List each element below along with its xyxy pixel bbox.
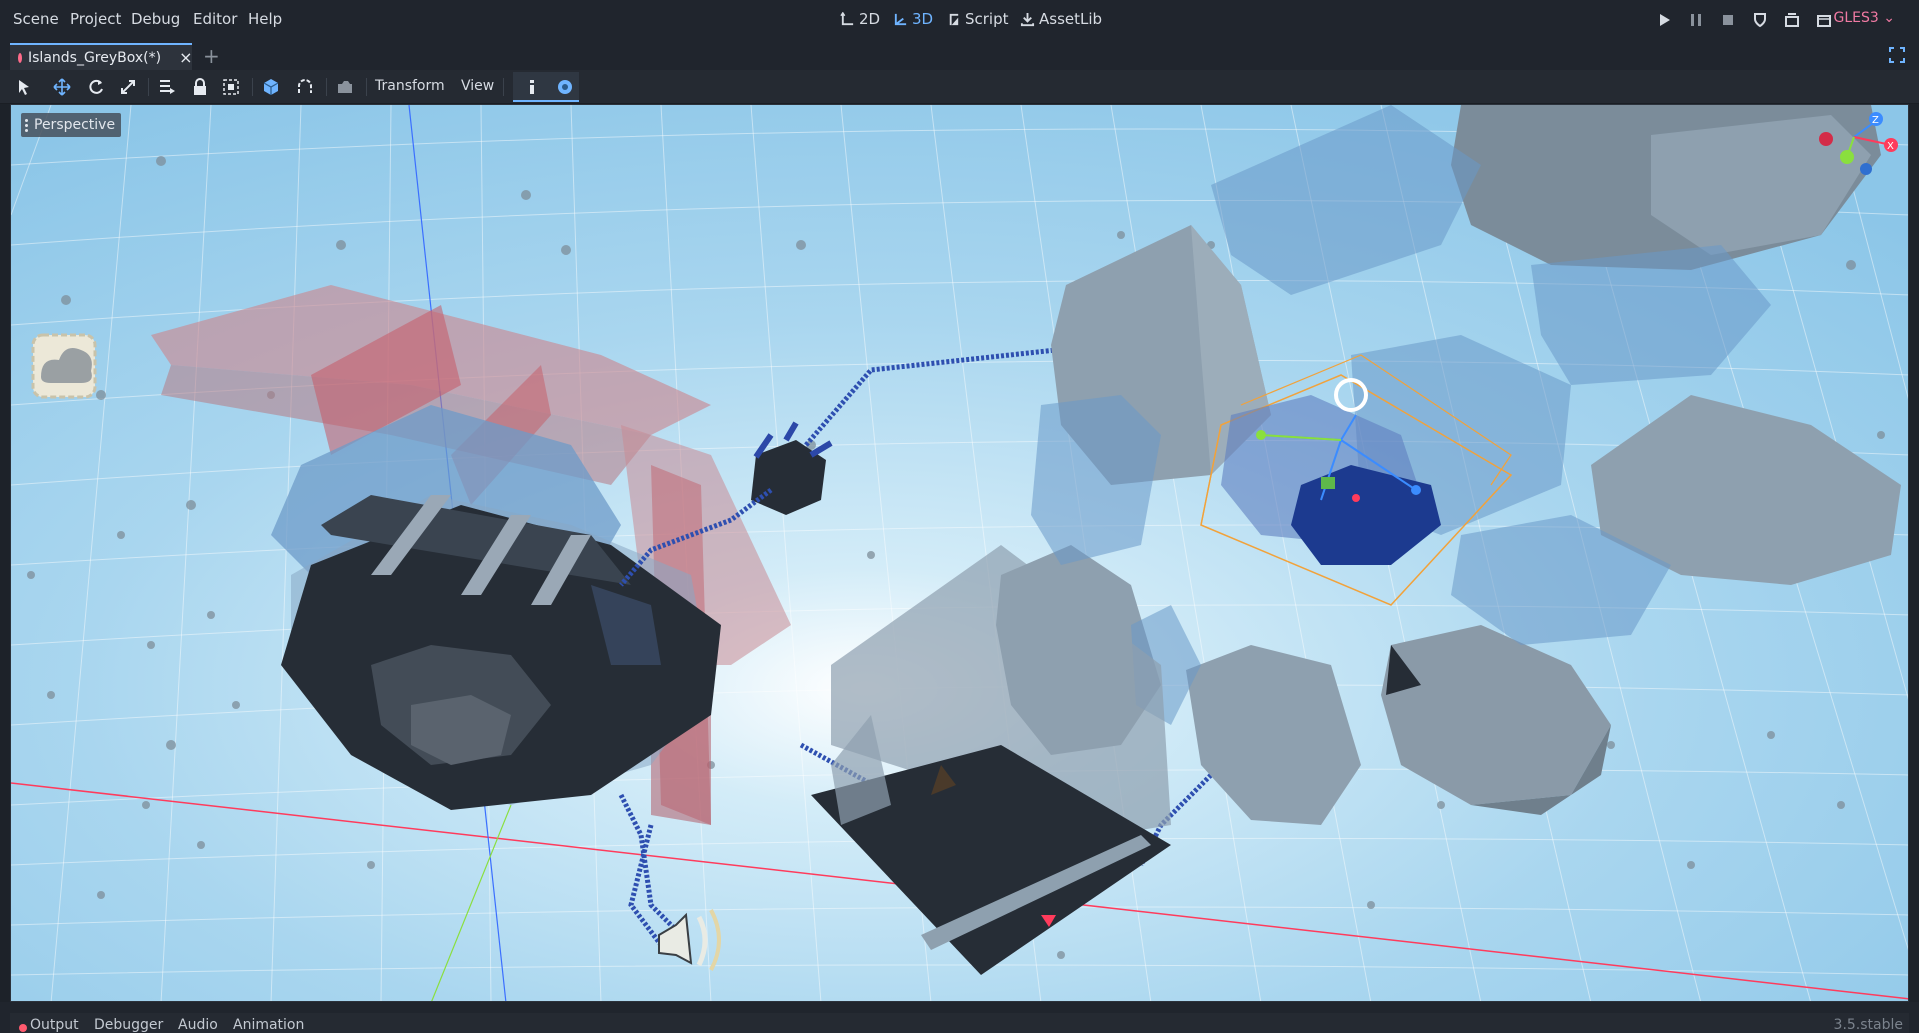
tab-animation[interactable]: Animation [233,1017,304,1033]
rotate-icon[interactable] [87,78,105,96]
fullscreen-icon[interactable] [1889,47,1905,63]
info-icon[interactable] [523,78,541,96]
workspace-assetlib-button[interactable]: AssetLib [1020,10,1102,28]
menu-debug[interactable]: Debug [131,10,180,28]
play-scene-icon[interactable] [1752,12,1768,28]
view-menu[interactable]: View [461,78,494,94]
renderer-dropdown[interactable]: GLES3 ⌄ [1834,10,1895,26]
menu-editor[interactable]: Editor [193,10,237,28]
menu-project[interactable]: Project [70,10,121,28]
camera-icon[interactable] [336,78,354,96]
move-icon[interactable] [53,78,71,96]
assetlib-icon [1020,12,1035,26]
lock-icon[interactable] [191,78,209,96]
script-icon [949,13,959,25]
group-icon[interactable] [222,78,240,96]
workspace-assetlib-label: AssetLib [1039,10,1103,28]
perspective-menu-button[interactable]: Perspective [21,113,122,137]
viewport-toolbar: Transform View [0,70,1919,104]
version-label: 3.5.stable [1833,1017,1903,1033]
world-environment-icon[interactable] [31,333,97,399]
workspace-3d-button[interactable]: 3D [893,10,933,28]
scene-render[interactable]: Z X [11,105,1909,1002]
local-space-icon[interactable] [262,78,280,96]
list-select-icon[interactable] [158,78,176,96]
scene-tab[interactable]: Islands_GreyBox(*) × [10,43,193,70]
menu-scene[interactable]: Scene [13,10,59,28]
gizmo-z-label: Z [1872,115,1879,126]
workspace-2d-button[interactable]: 2D [840,10,880,28]
tab-output[interactable]: Output [30,1017,79,1033]
tab-audio[interactable]: Audio [178,1017,218,1033]
scene-modified-icon [18,52,22,63]
3d-icon [894,13,907,25]
pause-icon[interactable] [1688,12,1704,28]
transform-menu[interactable]: Transform [375,78,445,94]
gizmo-x-label: X [1887,141,1894,152]
output-status-icon [19,1024,27,1032]
close-tab-button[interactable]: × [179,48,192,67]
movie-icon[interactable] [1816,12,1832,28]
tab-debugger[interactable]: Debugger [94,1017,163,1033]
workspace-2d-label: 2D [859,10,881,28]
workspace-script-button[interactable]: Script [946,10,1009,28]
scene-tab-title: Islands_GreyBox(*) [28,49,162,66]
chevron-down-icon: ⌄ [1883,10,1895,26]
snap-icon[interactable] [296,78,314,96]
play-custom-scene-icon[interactable] [1784,12,1800,28]
3d-viewport[interactable]: Z X Perspective [10,104,1909,1002]
add-scene-tab-button[interactable]: + [203,44,220,68]
scene-tab-bar: Islands_GreyBox(*) × + [0,40,1919,70]
bottom-panel-bar: Output Debugger Audio Animation 3.5.stab… [0,1002,1919,1033]
workspace-script-label: Script [965,10,1009,28]
select-icon[interactable] [15,78,33,96]
top-menu-bar: Scene Project Debug Editor Help 2D 3D Sc… [0,0,1919,40]
scale-icon[interactable] [119,78,137,96]
stop-icon[interactable] [1720,12,1736,28]
workspace-3d-label: 3D [912,10,934,28]
perspective-label: Perspective [34,117,116,133]
2d-icon [840,11,854,25]
renderer-label: GLES3 [1833,10,1879,26]
play-icon[interactable] [1656,12,1672,28]
orbit-icon[interactable] [556,78,574,96]
menu-help[interactable]: Help [248,10,282,28]
kebab-menu-icon [25,118,28,132]
